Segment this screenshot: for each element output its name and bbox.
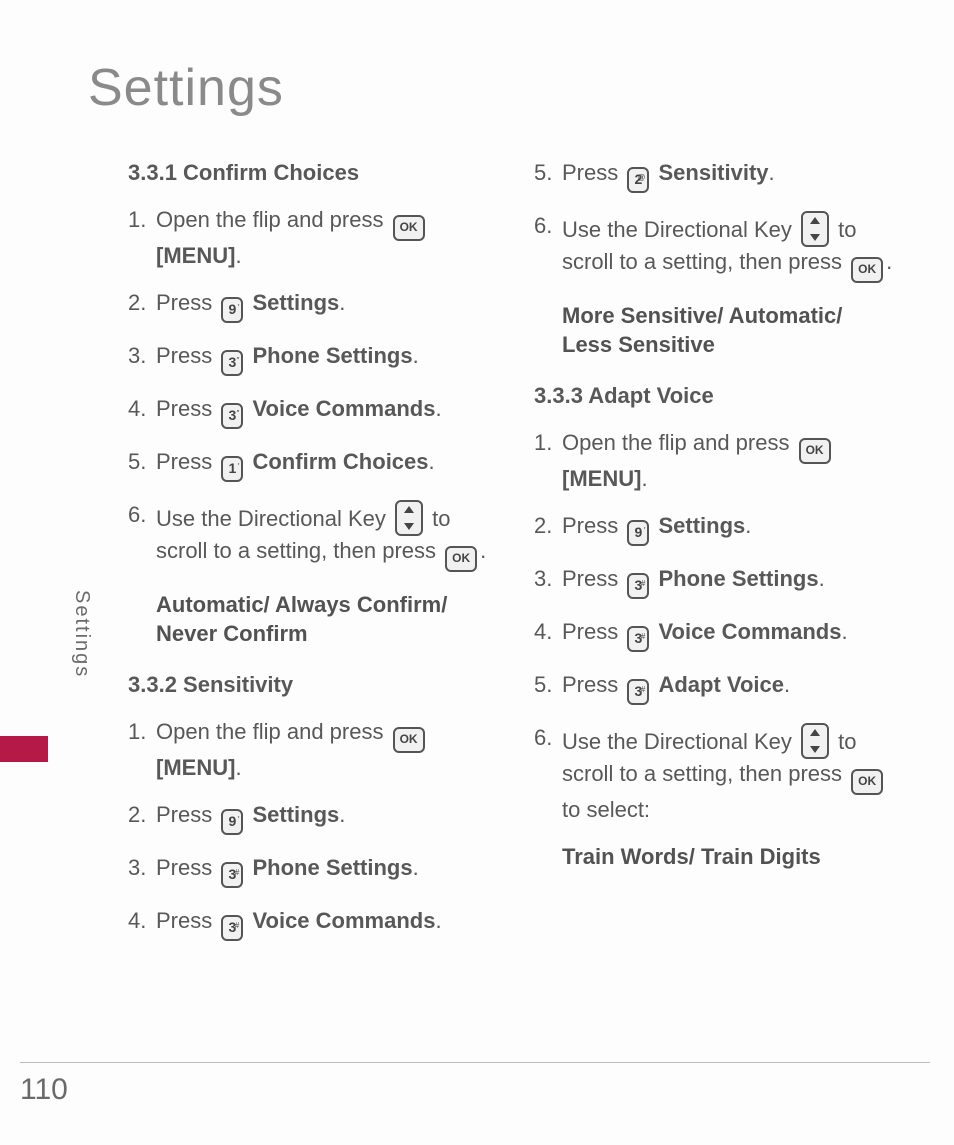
list-item: 6. Use the Directional Key to scroll to … [128, 500, 488, 572]
ok-key-icon: OK [799, 438, 831, 464]
list-item: 3. Press 3# Phone Settings. [128, 853, 488, 888]
key-3-icon: 3# [627, 626, 649, 652]
steps-333: 1. Open the flip and press OK [MENU]. 2.… [534, 428, 894, 824]
heading-333: 3.3.3 Adapt Voice [534, 381, 894, 410]
step-text: Press [156, 449, 218, 474]
key-1-icon: 1′ [221, 456, 243, 482]
step-text: Press [562, 513, 624, 538]
list-item: 2. Press 9′ Settings. [128, 800, 488, 835]
step-text: Press [156, 855, 218, 880]
step-label: Voice Commands [658, 619, 841, 644]
key-3-icon: 3# [221, 915, 243, 941]
steps-331: 1. Open the flip and press OK [MENU]. 2.… [128, 205, 488, 572]
step-text: Press [156, 908, 218, 933]
step-label: Adapt Voice [658, 672, 784, 697]
side-tab-label: Settings [70, 590, 93, 678]
menu-label: [MENU] [156, 243, 235, 268]
page-number: 110 [20, 1073, 930, 1107]
list-item: 4. Press 3# Voice Commands. [534, 617, 894, 652]
key-3-icon: 3″ [221, 350, 243, 376]
step-label: Settings [252, 290, 339, 315]
key-3-icon: 3# [221, 862, 243, 888]
list-item: 1. Open the flip and press OK [MENU]. [128, 717, 488, 782]
step-label: Settings [658, 513, 745, 538]
directional-key-icon [801, 723, 829, 759]
ok-key-icon: OK [445, 546, 477, 572]
footer: 110 [20, 1062, 930, 1107]
list-item: 2. Press 9′ Settings. [128, 288, 488, 323]
menu-label: [MENU] [156, 755, 235, 780]
step-text: Press [156, 343, 218, 368]
menu-label: [MENU] [562, 466, 641, 491]
step-text: Press [562, 619, 624, 644]
list-item: 4. Press 3″ Voice Commands. [128, 394, 488, 429]
list-item: 6. Use the Directional Key to scroll to … [534, 723, 894, 824]
directional-key-icon [395, 500, 423, 536]
step-label: Phone Settings [252, 855, 412, 880]
step-text: Press [156, 396, 218, 421]
list-item: 3. Press 3# Phone Settings. [534, 564, 894, 599]
directional-key-icon [801, 211, 829, 247]
heading-332: 3.3.2 Sensitivity [128, 670, 488, 699]
ok-key-icon: OK [393, 215, 425, 241]
list-item: 1. Open the flip and press OK [MENU]. [534, 428, 894, 493]
key-3-icon: 3# [627, 573, 649, 599]
list-item: 6. Use the Directional Key to scroll to … [534, 211, 894, 283]
page-title: Settings [88, 58, 284, 118]
step-text: Use the Directional Key [562, 729, 798, 754]
step-label: Voice Commands [252, 396, 435, 421]
ok-key-icon: OK [393, 727, 425, 753]
step-text: Press [562, 160, 624, 185]
key-3-icon: 3″ [221, 403, 243, 429]
key-9-icon: 9′ [221, 809, 243, 835]
ok-key-icon: OK [851, 769, 883, 795]
key-9-icon: 9′ [221, 297, 243, 323]
step-label: Settings [252, 802, 339, 827]
side-tab-accent [0, 736, 48, 762]
step-label: Sensitivity [658, 160, 768, 185]
key-3-icon: 3# [627, 679, 649, 705]
list-item: 1. Open the flip and press OK [MENU]. [128, 205, 488, 270]
list-item: 5. Press 3# Adapt Voice. [534, 670, 894, 705]
step-text: Open the flip and press [562, 430, 796, 455]
content-area: 3.3.1 Confirm Choices 1. Open the flip a… [128, 158, 908, 959]
ok-key-icon: OK [851, 257, 883, 283]
step-text: Press [562, 672, 624, 697]
steps-332-cont: 5. Press 2@ Sensitivity. 6. Use the Dire… [534, 158, 894, 283]
left-column: 3.3.1 Confirm Choices 1. Open the flip a… [128, 158, 488, 959]
step-text: Press [562, 566, 624, 591]
list-item: 2. Press 9′ Settings. [534, 511, 894, 546]
list-item: 5. Press 2@ Sensitivity. [534, 158, 894, 193]
steps-332: 1. Open the flip and press OK [MENU]. 2.… [128, 717, 488, 941]
options-333: Train Words/ Train Digits [534, 842, 894, 871]
options-331: Automatic/ Always Confirm/ Never Confirm [128, 590, 488, 648]
step-text: Open the flip and press [156, 719, 390, 744]
key-9-icon: 9′ [627, 520, 649, 546]
step-label: Phone Settings [658, 566, 818, 591]
step-text: Press [156, 290, 218, 315]
footer-divider [20, 1062, 930, 1063]
list-item: 5. Press 1′ Confirm Choices. [128, 447, 488, 482]
list-item: 3. Press 3″ Phone Settings. [128, 341, 488, 376]
step-label: Voice Commands [252, 908, 435, 933]
step-text: Press [156, 802, 218, 827]
key-2-icon: 2@ [627, 167, 649, 193]
options-332: More Sensitive/ Automatic/ Less Sensitiv… [534, 301, 894, 359]
step-text: Open the flip and press [156, 207, 390, 232]
step-text: Use the Directional Key [562, 217, 798, 242]
step-text: Use the Directional Key [156, 506, 392, 531]
right-column: 5. Press 2@ Sensitivity. 6. Use the Dire… [534, 158, 894, 959]
step-text: to select: [562, 797, 650, 822]
list-item: 4. Press 3# Voice Commands. [128, 906, 488, 941]
step-label: Confirm Choices [252, 449, 428, 474]
heading-331: 3.3.1 Confirm Choices [128, 158, 488, 187]
step-label: Phone Settings [252, 343, 412, 368]
